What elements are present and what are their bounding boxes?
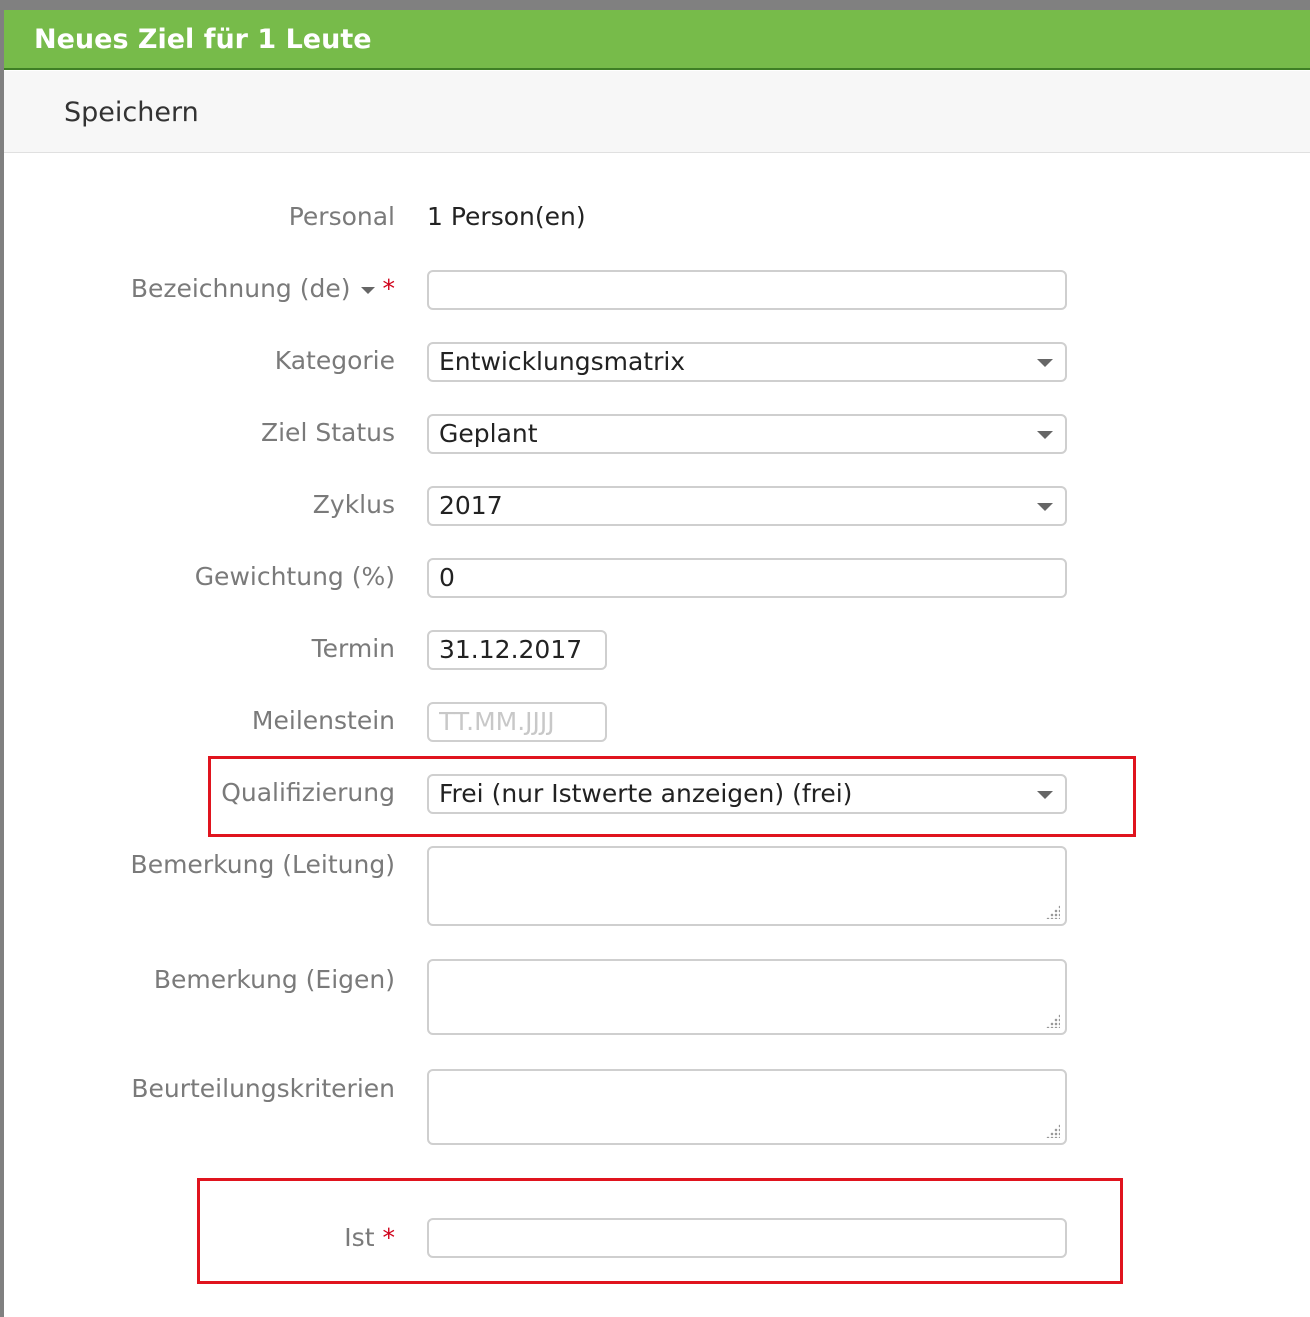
ziel-status-value: Geplant — [439, 419, 538, 448]
gewichtung-label: Gewichtung (%) — [194, 562, 395, 591]
goal-dialog: Neues Ziel für 1 Leute Speichern Persona… — [4, 10, 1310, 1317]
personal-value: 1 Person(en) — [427, 202, 586, 231]
termin-input[interactable] — [439, 632, 595, 668]
meilenstein-field[interactable] — [427, 702, 607, 742]
chevron-down-icon — [1037, 431, 1053, 439]
kategorie-label: Kategorie — [274, 346, 395, 375]
resize-grip-icon[interactable] — [1046, 1014, 1060, 1028]
zyklus-value: 2017 — [439, 491, 503, 520]
bemerkung-leitung-textarea[interactable] — [427, 846, 1067, 926]
zyklus-select[interactable]: 2017 — [427, 486, 1067, 526]
dialog-title-bar: Neues Ziel für 1 Leute — [4, 10, 1310, 70]
save-button[interactable]: Speichern — [64, 95, 199, 129]
meilenstein-label: Meilenstein — [251, 706, 395, 735]
resize-grip-icon[interactable] — [1046, 1124, 1060, 1138]
personal-label: Personal — [288, 202, 395, 231]
termin-label: Termin — [311, 634, 395, 663]
bemerkung-eigen-textarea[interactable] — [427, 959, 1067, 1035]
qualifizierung-highlight-box — [208, 756, 1136, 837]
bemerkung-eigen-label: Bemerkung (Eigen) — [153, 965, 395, 994]
resize-grip-icon[interactable] — [1046, 905, 1060, 919]
beurteilungskriterien-textarea[interactable] — [427, 1069, 1067, 1145]
ist-highlight-box — [197, 1178, 1123, 1284]
dialog-title: Neues Ziel für 1 Leute — [34, 24, 372, 55]
dialog-toolbar: Speichern — [4, 71, 1310, 153]
kategorie-value: Entwicklungsmatrix — [439, 347, 686, 376]
gewichtung-field[interactable] — [427, 558, 1067, 598]
ziel-status-label: Ziel Status — [260, 418, 395, 447]
language-dropdown-icon[interactable] — [360, 286, 375, 294]
chevron-down-icon — [1037, 503, 1053, 511]
meilenstein-input[interactable] — [439, 704, 595, 740]
chevron-down-icon — [1037, 359, 1053, 367]
kategorie-select[interactable]: Entwicklungsmatrix — [427, 342, 1067, 382]
bezeichnung-field[interactable] — [427, 270, 1067, 310]
termin-field[interactable] — [427, 630, 607, 670]
bezeichnung-label-text: Bezeichnung (de) — [130, 274, 351, 303]
zyklus-label: Zyklus — [312, 490, 395, 519]
bezeichnung-input[interactable] — [439, 272, 1055, 308]
ziel-status-select[interactable]: Geplant — [427, 414, 1067, 454]
gewichtung-input[interactable] — [439, 560, 1055, 596]
beurteilungskriterien-label: Beurteilungskriterien — [131, 1074, 395, 1103]
bemerkung-leitung-label: Bemerkung (Leitung) — [130, 850, 395, 879]
required-asterisk: * — [382, 274, 396, 303]
bezeichnung-label: Bezeichnung (de) * — [131, 274, 395, 303]
